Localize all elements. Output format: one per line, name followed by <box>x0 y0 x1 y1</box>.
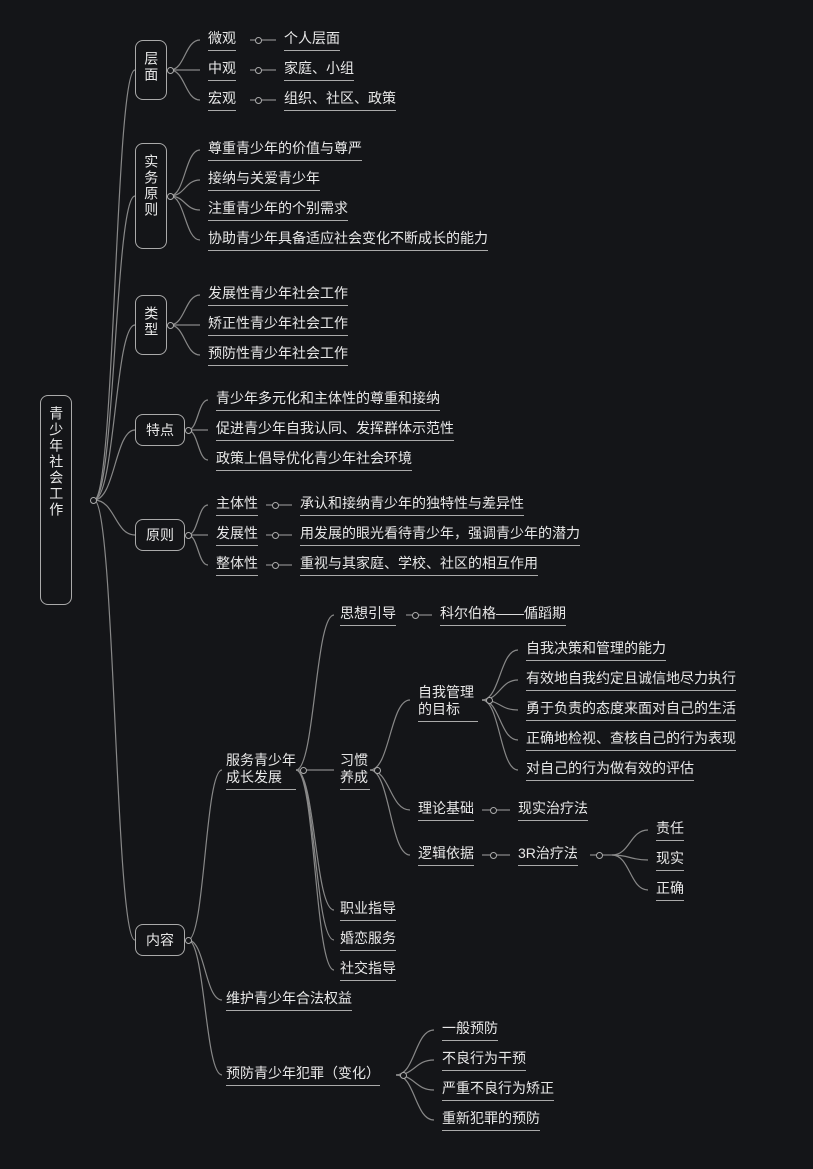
type-1: 发展性青少年社会工作 <box>208 285 348 306</box>
root-node[interactable]: 青少年社会工作 <box>40 395 72 605</box>
social: 社交指导 <box>340 960 396 981</box>
princ-1k: 主体性 <box>216 495 258 516</box>
type-2: 矫正性青少年社会工作 <box>208 315 348 336</box>
3r-1: 责任 <box>656 820 684 841</box>
practice-1: 尊重青少年的价值与尊严 <box>208 140 362 161</box>
smg-5: 对自己的行为做有效的评估 <box>526 760 694 781</box>
branch-content[interactable]: 内容 <box>135 924 185 956</box>
branch-type[interactable]: 类型 <box>135 295 167 355</box>
branch-feature[interactable]: 特点 <box>135 414 185 446</box>
level-meso-k: 中观 <box>208 60 236 81</box>
smg-1: 自我决策和管理的能力 <box>526 640 666 661</box>
prevent-1: 一般预防 <box>442 1020 498 1041</box>
marriage: 婚恋服务 <box>340 930 396 951</box>
career: 职业指导 <box>340 900 396 921</box>
feature-2: 促进青少年自我认同、发挥群体示范性 <box>216 420 454 441</box>
connector-lines <box>0 0 813 1169</box>
logic-k: 逻辑依据 <box>418 845 474 866</box>
growth-thought-v: 科尔伯格——偱蹈期 <box>440 605 566 626</box>
practice-2: 接纳与关爱青少年 <box>208 170 320 191</box>
smg-3: 勇于负责的态度来面对自己的生活 <box>526 700 736 721</box>
content-prevent: 预防青少年犯罪（变化） <box>226 1065 380 1086</box>
feature-3: 政策上倡导优化青少年社会环境 <box>216 450 412 471</box>
branch-principle[interactable]: 原则 <box>135 519 185 551</box>
logic-v: 3R治疗法 <box>518 845 578 866</box>
theory-v: 现实治疗法 <box>518 800 588 821</box>
type-3: 预防性青少年社会工作 <box>208 345 348 366</box>
princ-3k: 整体性 <box>216 555 258 576</box>
growth-thought-k: 思想引导 <box>340 605 396 626</box>
princ-2k: 发展性 <box>216 525 258 546</box>
practice-3: 注重青少年的个别需求 <box>208 200 348 221</box>
prevent-2: 不良行为干预 <box>442 1050 526 1071</box>
smg-4: 正确地检视、查核自己的行为表现 <box>526 730 736 751</box>
level-macro-k: 宏观 <box>208 90 236 111</box>
content-rights: 维护青少年合法权益 <box>226 990 352 1011</box>
habit-title: 习惯养成 <box>340 752 370 790</box>
smg-2: 有效地自我约定且诚信地尽力执行 <box>526 670 736 691</box>
prevent-4: 重新犯罪的预防 <box>442 1110 540 1131</box>
branch-level[interactable]: 层面 <box>135 40 167 100</box>
3r-3: 正确 <box>656 880 684 901</box>
practice-4: 协助青少年具备适应社会变化不断成长的能力 <box>208 230 488 251</box>
self-mgmt-title: 自我管理的目标 <box>418 684 478 722</box>
prevent-3: 严重不良行为矫正 <box>442 1080 554 1101</box>
theory-k: 理论基础 <box>418 800 474 821</box>
feature-1: 青少年多元化和主体性的尊重和接纳 <box>216 390 440 411</box>
princ-2v: 用发展的眼光看待青少年，强调青少年的潜力 <box>300 525 580 546</box>
level-micro-k: 微观 <box>208 30 236 51</box>
princ-3v: 重视与其家庭、学校、社区的相互作用 <box>300 555 538 576</box>
content-growth: 服务青少年成长发展 <box>226 752 296 790</box>
level-micro-v: 个人层面 <box>284 30 340 51</box>
princ-1v: 承认和接纳青少年的独特性与差异性 <box>300 495 524 516</box>
branch-practice[interactable]: 实务原则 <box>135 143 167 249</box>
level-macro-v: 组织、社区、政策 <box>284 90 396 111</box>
3r-2: 现实 <box>656 850 684 871</box>
level-meso-v: 家庭、小组 <box>284 60 354 81</box>
